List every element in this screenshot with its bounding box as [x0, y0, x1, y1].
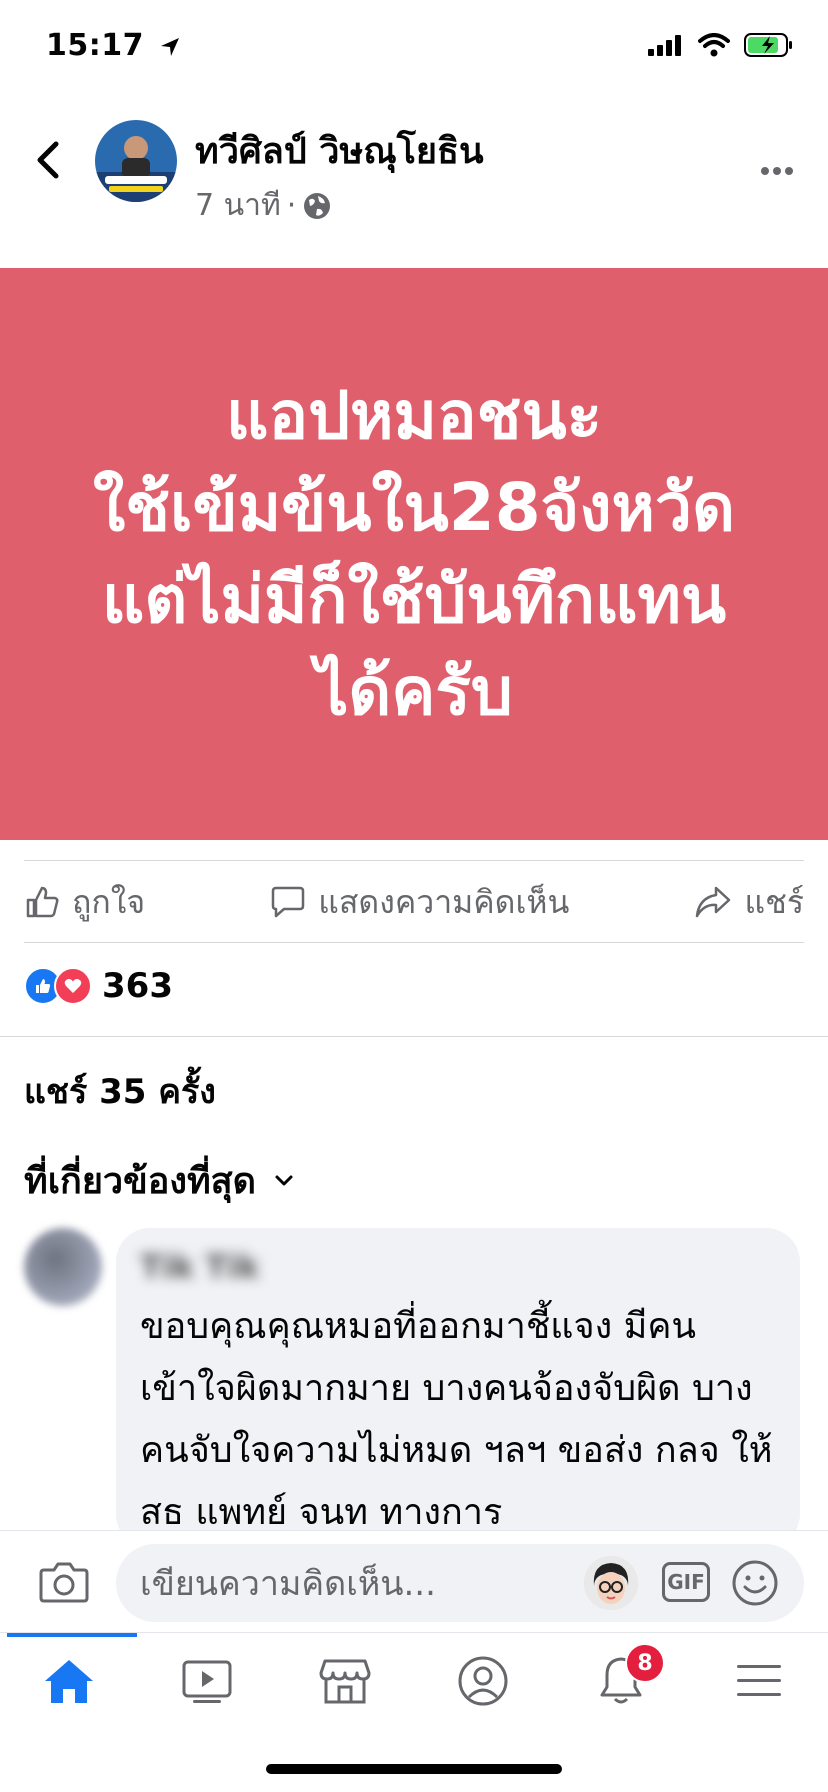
video-play-icon [182, 1660, 232, 1703]
status-indicators [648, 32, 794, 58]
commenter-name[interactable]: Tik Tik [140, 1248, 259, 1286]
more-dots-icon [761, 167, 793, 175]
tab-bar: 8 [0, 1632, 828, 1729]
location-arrow-icon [160, 37, 179, 56]
comment-sort-dropdown[interactable]: ที่เกี่ยวข้องที่สุด [24, 1152, 294, 1209]
share-count[interactable]: แชร์ 35 ครั้ง [24, 1064, 216, 1118]
tab-watch[interactable] [147, 1633, 267, 1729]
divider [24, 942, 804, 943]
share-arrow-icon [696, 886, 731, 918]
reactions-summary[interactable]: 363 [24, 966, 173, 1006]
meta-separator: · [286, 188, 297, 223]
cellular-signal-icon [648, 35, 681, 56]
post-author-name[interactable]: ทวีศิลป์ วิษณุโยธิน [195, 122, 484, 179]
avatar-image [95, 120, 177, 202]
reaction-icons [24, 967, 92, 1005]
comment-sort-label: ที่เกี่ยวข้องที่สุด [24, 1161, 257, 1202]
author-avatar[interactable] [95, 120, 177, 202]
commenter-avatar[interactable] [24, 1228, 102, 1306]
reaction-count: 363 [102, 966, 173, 1006]
thumbs-up-icon [26, 886, 59, 918]
globe-icon [304, 192, 331, 219]
comment-bubble-icon [272, 886, 305, 918]
comment-label: แสดงความคิดเห็น [318, 882, 570, 921]
status-time: 15:17 [46, 28, 181, 63]
chevron-left-icon [37, 141, 59, 179]
post-body-line: แอปหมอชนะ [225, 377, 603, 454]
comment-input[interactable]: เขียนความคิดเห็น... GIF [116, 1544, 804, 1622]
avatar-sticker-icon [584, 1556, 638, 1610]
status-time-text: 15:17 [46, 28, 144, 63]
camera-icon [39, 1562, 89, 1603]
camera-button[interactable] [38, 1556, 90, 1608]
post-body[interactable]: แอปหมอชนะ ใช้เข้มข้นใน28จังหวัด แต่ไม่มี… [0, 268, 828, 840]
wifi-icon [698, 33, 730, 57]
comment-input-placeholder: เขียนความคิดเห็น... [140, 1564, 436, 1604]
divider [0, 1036, 828, 1037]
post-actions: ถูกใจ แสดงความคิดเห็น แชร์ [24, 862, 804, 942]
notification-badge: 8 [625, 1643, 665, 1683]
tab-marketplace[interactable] [285, 1633, 405, 1729]
home-icon [45, 1660, 93, 1703]
post-body-line: แต่ไม่มีก็ใช้บันทึกแทน [101, 561, 727, 638]
post-time[interactable]: 7 นาที [195, 182, 281, 229]
chevron-down-icon [275, 1175, 293, 1185]
comment-button[interactable]: แสดงความคิดเห็น [270, 877, 569, 928]
love-reaction-icon [54, 967, 92, 1005]
tab-notifications[interactable]: 8 [561, 1633, 681, 1729]
tab-profile[interactable] [423, 1633, 543, 1729]
share-label: แชร์ [744, 882, 804, 921]
divider [24, 860, 804, 861]
avatar-sticker-button[interactable] [584, 1556, 638, 1610]
tab-menu[interactable] [699, 1633, 819, 1729]
share-button[interactable]: แชร์ [694, 877, 804, 928]
profile-icon [458, 1656, 508, 1706]
comment-text: ขอบคุณคุณหมอที่ออกมาชี้แจง มีคนเข้าใจผิด… [140, 1306, 773, 1533]
smiley-icon [732, 1560, 778, 1606]
battery-charging-icon [744, 33, 792, 57]
emoji-button[interactable] [730, 1558, 780, 1608]
home-indicator[interactable] [266, 1764, 562, 1774]
post-body-line: ได้ครับ [315, 653, 513, 730]
tab-home[interactable] [7, 1633, 137, 1729]
more-options-button[interactable] [760, 140, 794, 186]
post-body-line: ใช้เข้มข้นใน28จังหวัด [93, 469, 735, 546]
post-meta: 7 นาที · [195, 182, 332, 229]
hamburger-menu-icon [737, 1665, 781, 1696]
back-button[interactable] [28, 130, 68, 190]
gif-button[interactable]: GIF [662, 1562, 710, 1602]
storefront-icon [319, 1659, 371, 1704]
like-button[interactable]: ถูกใจ [24, 877, 145, 928]
like-label: ถูกใจ [72, 882, 146, 921]
